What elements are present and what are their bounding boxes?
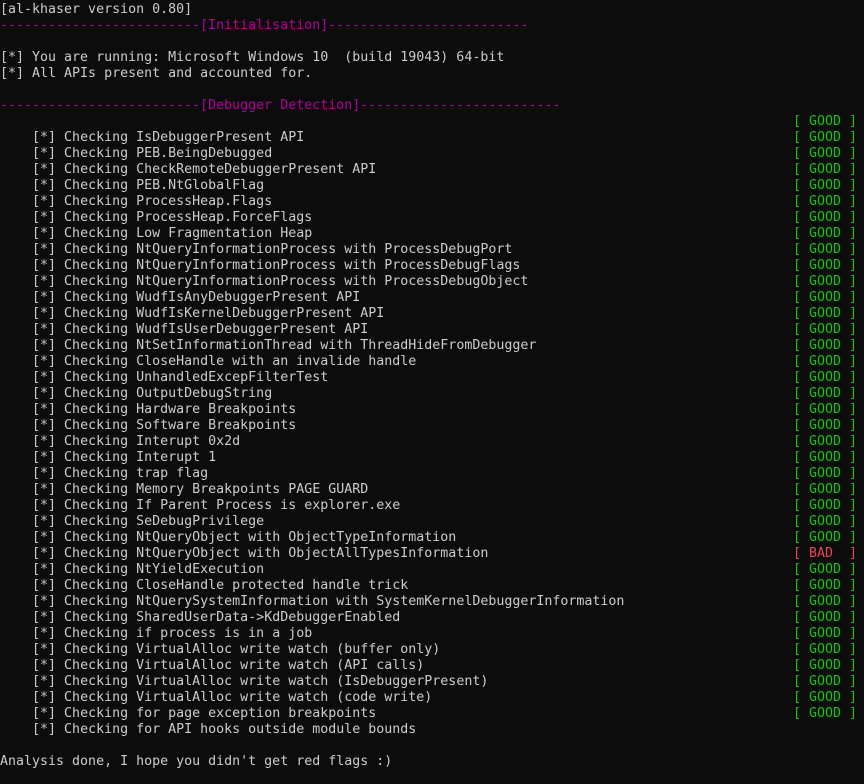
check-row: [*] Checking for page exception breakpoi… xyxy=(0,690,864,721)
check-row: [*] Checking NtQueryInformationProcess w… xyxy=(0,258,864,289)
check-row: [*] Checking PEB.NtGlobalFlag [ GOOD ] xyxy=(0,162,864,193)
check-status: [ GOOD ] xyxy=(793,338,858,353)
check-row: [*] Checking for API hooks outside modul… xyxy=(0,706,864,737)
check-row: [*] Checking Low Fragmentation Heap [ GO… xyxy=(0,210,864,241)
check-row: [*] Checking CheckRemoteDebuggerPresent … xyxy=(0,146,864,177)
check-row: [*] Checking PEB.BeingDebugged [ GOOD ] xyxy=(0,130,864,161)
check-status: [ GOOD ] xyxy=(793,210,858,225)
check-row: [*] Checking OutputDebugString [ GOOD ] xyxy=(0,370,864,401)
os-info-line: [*] You are running: Microsoft Windows 1… xyxy=(0,50,505,65)
check-row: [*] Checking if process is in a job [ GO… xyxy=(0,610,864,641)
version-line: [al-khaser version 0.80] xyxy=(0,2,193,17)
check-status: [ GOOD ] xyxy=(793,434,858,449)
check-status: [ GOOD ] xyxy=(793,610,858,625)
check-status: [ BAD ] xyxy=(793,546,858,561)
check-status: [ GOOD ] xyxy=(793,402,858,417)
terminal-window: [al-khaser version 0.80] ---------------… xyxy=(0,0,864,784)
check-row: [*] Checking WudfIsUserDebuggerPresent A… xyxy=(0,306,864,337)
section-header-initialisation: -------------------------[Initialisation… xyxy=(0,18,529,33)
check-row: [*] Checking Interupt 1 [ GOOD ] xyxy=(0,434,864,465)
check-status: [ GOOD ] xyxy=(793,354,858,369)
check-row: [*] Checking SeDebugPrivilege [ GOOD ] xyxy=(0,498,864,529)
check-status: [ GOOD ] xyxy=(793,258,858,273)
check-status: [ GOOD ] xyxy=(793,274,858,289)
check-row: [*] Checking Software Breakpoints [ GOOD… xyxy=(0,402,864,433)
section-header-debugger-detection: -------------------------[Debugger Detec… xyxy=(0,98,561,113)
apis-info-line: [*] All APIs present and accounted for. xyxy=(0,66,313,81)
check-row: [*] Checking CloseHandle with an invalid… xyxy=(0,338,864,369)
check-row: [*] Checking NtQueryObject with ObjectTy… xyxy=(0,514,864,545)
checks-list: [*] Checking IsDebuggerPresent API [ GOO… xyxy=(0,114,864,737)
check-row: [*] Checking NtSetInformationThread with… xyxy=(0,322,864,353)
check-status: [ GOOD ] xyxy=(793,194,858,209)
check-status: [ GOOD ] xyxy=(793,290,858,305)
check-status: [ GOOD ] xyxy=(793,130,858,145)
check-status: [ GOOD ] xyxy=(793,482,858,497)
check-row: [*] Checking Interupt 0x2d [ GOOD ] xyxy=(0,418,864,449)
check-row: [*] Checking NtYieldExecution [ BAD ] xyxy=(0,546,864,577)
check-status: [ GOOD ] xyxy=(793,450,858,465)
check-row: [*] Checking trap flag [ GOOD ] xyxy=(0,450,864,481)
check-status: [ GOOD ] xyxy=(793,498,858,513)
check-row: [*] Checking VirtualAlloc write watch (b… xyxy=(0,626,864,657)
check-status: [ GOOD ] xyxy=(793,578,858,593)
check-row: [*] Checking Memory Breakpoints PAGE GUA… xyxy=(0,466,864,497)
check-status: [ GOOD ] xyxy=(793,674,858,689)
check-row: [*] Checking UnhandledExcepFilterTest [ … xyxy=(0,354,864,385)
check-row: [*] Checking Hardware Breakpoints [ GOOD… xyxy=(0,386,864,417)
check-status: [ GOOD ] xyxy=(793,146,858,161)
check-status: [ GOOD ] xyxy=(793,242,858,257)
check-status: [ GOOD ] xyxy=(793,386,858,401)
check-status: [ GOOD ] xyxy=(793,114,858,129)
check-row: [*] Checking NtQuerySystemInformation wi… xyxy=(0,578,864,609)
check-status: [ GOOD ] xyxy=(793,322,858,337)
check-status: [ GOOD ] xyxy=(793,370,858,385)
check-status: [ GOOD ] xyxy=(793,658,858,673)
check-row: [*] Checking SharedUserData->KdDebuggerE… xyxy=(0,594,864,625)
check-row: [*] Checking NtQueryInformationProcess w… xyxy=(0,242,864,273)
check-status: [ GOOD ] xyxy=(793,178,858,193)
check-status: [ GOOD ] xyxy=(793,626,858,641)
check-row: [*] Checking If Parent Process is explor… xyxy=(0,482,864,513)
check-status: [ GOOD ] xyxy=(793,594,858,609)
check-status: [ GOOD ] xyxy=(793,530,858,545)
check-status: [ GOOD ] xyxy=(793,514,858,529)
check-status: [ GOOD ] xyxy=(793,226,858,241)
check-row: [*] Checking CloseHandle protected handl… xyxy=(0,562,864,593)
check-row: [*] Checking ProcessHeap.ForceFlags [ GO… xyxy=(0,194,864,225)
check-row: [*] Checking VirtualAlloc write watch (A… xyxy=(0,642,864,673)
check-row: [*] Checking WudfIsKernelDebuggerPresent… xyxy=(0,290,864,321)
check-status: [ GOOD ] xyxy=(793,690,858,705)
check-row: [*] Checking NtQueryInformationProcess w… xyxy=(0,226,864,257)
check-status: [ GOOD ] xyxy=(793,306,858,321)
check-status: [ GOOD ] xyxy=(793,162,858,177)
analysis-done-line: Analysis done, I hope you didn't get red… xyxy=(0,754,393,769)
check-row: [*] Checking WudfIsAnyDebuggerPresent AP… xyxy=(0,274,864,305)
check-status: [ GOOD ] xyxy=(793,706,858,721)
check-status: [ GOOD ] xyxy=(793,466,858,481)
check-row: [*] Checking IsDebuggerPresent API [ GOO… xyxy=(0,114,864,145)
check-status: [ GOOD ] xyxy=(793,642,858,657)
check-status: [ GOOD ] xyxy=(793,562,858,577)
check-row: [*] Checking VirtualAlloc write watch (c… xyxy=(0,674,864,705)
check-row: [*] Checking VirtualAlloc write watch (I… xyxy=(0,658,864,689)
check-status: [ GOOD ] xyxy=(793,418,858,433)
check-row: [*] Checking ProcessHeap.Flags [ GOOD ] xyxy=(0,178,864,209)
check-row: [*] Checking NtQueryObject with ObjectAl… xyxy=(0,530,864,561)
